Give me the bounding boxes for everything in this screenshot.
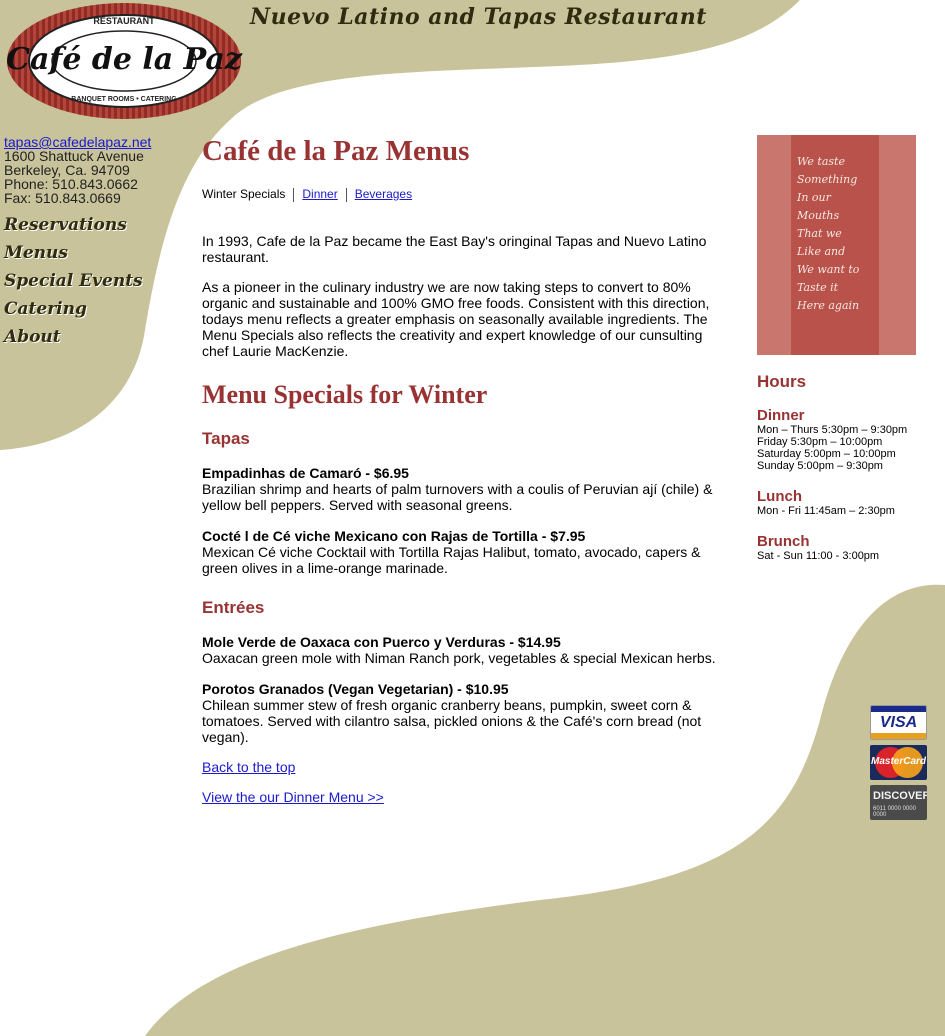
nav-catering[interactable]: Catering <box>4 298 143 326</box>
fax-line: Fax: 510.843.0669 <box>4 190 121 206</box>
nav-special-events[interactable]: Special Events <box>4 270 143 298</box>
poem-line: Taste it <box>797 281 839 294</box>
dish-description: Mexican Cé viche Cocktail with Tortilla … <box>202 544 701 576</box>
intro-paragraph-1: In 1993, Cafe de la Paz became the East … <box>202 233 707 265</box>
intro-paragraph-2: As a pioneer in the culinary industry we… <box>202 279 710 359</box>
phone-line: Phone: 510.843.0662 <box>4 176 138 192</box>
poem-text: We taste Something In our Mouths That we… <box>797 153 859 315</box>
visa-card-icon: VISA <box>870 705 927 740</box>
logo-top-text: RESTAURANT <box>93 16 155 26</box>
dinner-hours-heading: Dinner <box>757 407 805 424</box>
dish-description: Oaxacan green mole with Niman Ranch pork… <box>202 650 716 666</box>
subnav-separator <box>345 187 347 202</box>
menu-item: Empadinhas de Camaró - $6.95 Brazilian s… <box>202 465 717 513</box>
logo-name-text: Café de la Paz <box>6 42 243 77</box>
discover-label: DISCOVER <box>873 790 927 802</box>
hours-line: Friday 5:30pm – 10:00pm <box>757 436 883 448</box>
poem-line: Something <box>797 173 858 186</box>
hours-line: Mon - Fri 11:45am – 2:30pm <box>757 505 895 517</box>
main-nav: Reservations Menus Special Events Cateri… <box>4 214 143 354</box>
visa-label: VISA <box>879 714 918 731</box>
payment-cards: VISA MasterCard DISCOVER 6011 0000 0000 … <box>870 705 927 825</box>
dish-description: Chilean summer stew of fresh organic cra… <box>202 697 702 745</box>
poem-line: We taste <box>797 155 845 168</box>
dish-name: Cocté l de Cé viche Mexicano con Rajas d… <box>202 528 586 544</box>
subnav-dinner-link[interactable]: Dinner <box>302 187 337 201</box>
poem-line: In our <box>797 191 831 204</box>
nav-menus[interactable]: Menus <box>4 242 143 270</box>
menu-item: Cocté l de Cé viche Mexicano con Rajas d… <box>202 528 717 576</box>
city-line: Berkeley, Ca. 94709 <box>4 162 130 178</box>
discover-number: 6011 0000 0000 0000 <box>873 806 916 818</box>
nav-reservations[interactable]: Reservations <box>4 214 143 242</box>
mastercard-icon: MasterCard <box>870 745 927 780</box>
main-content: Café de la Paz Menus Winter Specials Dinn… <box>202 132 717 805</box>
menu-subnav: Winter Specials Dinner Beverages <box>202 186 717 202</box>
hours-line: Sat - Sun 11:00 - 3:00pm <box>757 550 880 562</box>
hours-line: Mon – Thurs 5:30pm – 9:30pm <box>757 424 908 436</box>
dish-name: Mole Verde de Oaxaca con Puerco y Verdur… <box>202 634 561 650</box>
hours-line: Sunday 5:00pm – 9:30pm <box>757 460 883 472</box>
entrees-heading: Entrées <box>202 598 265 617</box>
tagline: Nuevo Latino and Tapas Restaurant <box>250 4 707 30</box>
view-dinner-menu-link[interactable]: View the our Dinner Menu >> <box>202 789 384 805</box>
cafe-de-la-paz-logo[interactable]: RESTAURANT Café de la Paz BANQUET ROOMS … <box>6 2 243 120</box>
poem-line: Like and <box>797 245 846 258</box>
dish-name: Empadinhas de Camaró - $6.95 <box>202 465 409 481</box>
dish-description: Brazilian shrimp and hearts of palm turn… <box>202 481 713 513</box>
hours-block: Hours Dinner Mon – Thurs 5:30pm – 9:30pm… <box>757 372 927 562</box>
contact-block: tapas@cafedelapaz.net 1600 Shattuck Aven… <box>4 135 151 205</box>
hours-line: Saturday 5:00pm – 10:00pm <box>757 448 896 460</box>
page-title: Café de la Paz Menus <box>202 135 470 167</box>
poem-line: Here again <box>797 299 860 312</box>
poem-image: We taste Something In our Mouths That we… <box>757 135 916 355</box>
dish-name: Porotos Granados (Vegan Vegetarian) - $1… <box>202 681 509 697</box>
poem-line: We want to <box>797 263 860 276</box>
discover-card-icon: DISCOVER 6011 0000 0000 0000 <box>870 785 927 820</box>
tapas-heading: Tapas <box>202 429 250 448</box>
subnav-beverages-link[interactable]: Beverages <box>355 187 412 201</box>
back-to-top-link[interactable]: Back to the top <box>202 759 295 775</box>
nav-about[interactable]: About <box>4 326 143 354</box>
poem-line: That we <box>797 227 842 240</box>
subnav-separator <box>293 187 295 202</box>
subnav-winter-specials: Winter Specials <box>202 187 286 201</box>
brunch-hours-heading: Brunch <box>757 533 810 550</box>
mastercard-label: MasterCard <box>870 756 927 767</box>
poem-line: Mouths <box>797 209 840 222</box>
specials-heading: Menu Specials for Winter <box>202 380 488 409</box>
lunch-hours-heading: Lunch <box>757 488 802 505</box>
menu-item: Porotos Granados (Vegan Vegetarian) - $1… <box>202 681 717 745</box>
menu-item: Mole Verde de Oaxaca con Puerco y Verdur… <box>202 634 717 666</box>
hours-heading: Hours <box>757 372 807 391</box>
logo-bottom-text: BANQUET ROOMS • CATERING <box>71 96 177 103</box>
address-line: 1600 Shattuck Avenue <box>4 148 144 164</box>
